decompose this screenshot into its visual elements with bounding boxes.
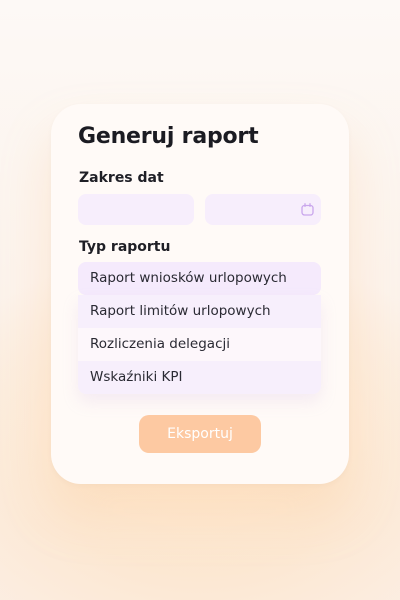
report-dialog: Generuj raport Zakres dat Typ raportu Ra… [51,104,349,484]
dropdown-option-kpi[interactable]: Wskaźniki KPI [78,361,321,394]
dropdown-option-delegations[interactable]: Rozliczenia delegacji [78,328,321,361]
report-type-select[interactable]: Raport wniosków urlopowych [78,262,321,295]
report-type-selected-value: Raport wniosków urlopowych [90,270,287,286]
calendar-icon[interactable] [301,203,314,216]
export-button[interactable]: Eksportuj [139,415,261,453]
report-type-dropdown: Raport limitów urlopowych Rozliczenia de… [78,295,321,394]
date-from-input[interactable] [78,194,194,225]
dialog-title: Generuj raport [78,124,259,149]
report-type-label: Typ raportu [79,239,171,255]
date-range-label: Zakres dat [79,170,164,186]
dropdown-option-leave-limits[interactable]: Raport limitów urlopowych [78,295,321,328]
date-to-input[interactable] [205,194,321,225]
